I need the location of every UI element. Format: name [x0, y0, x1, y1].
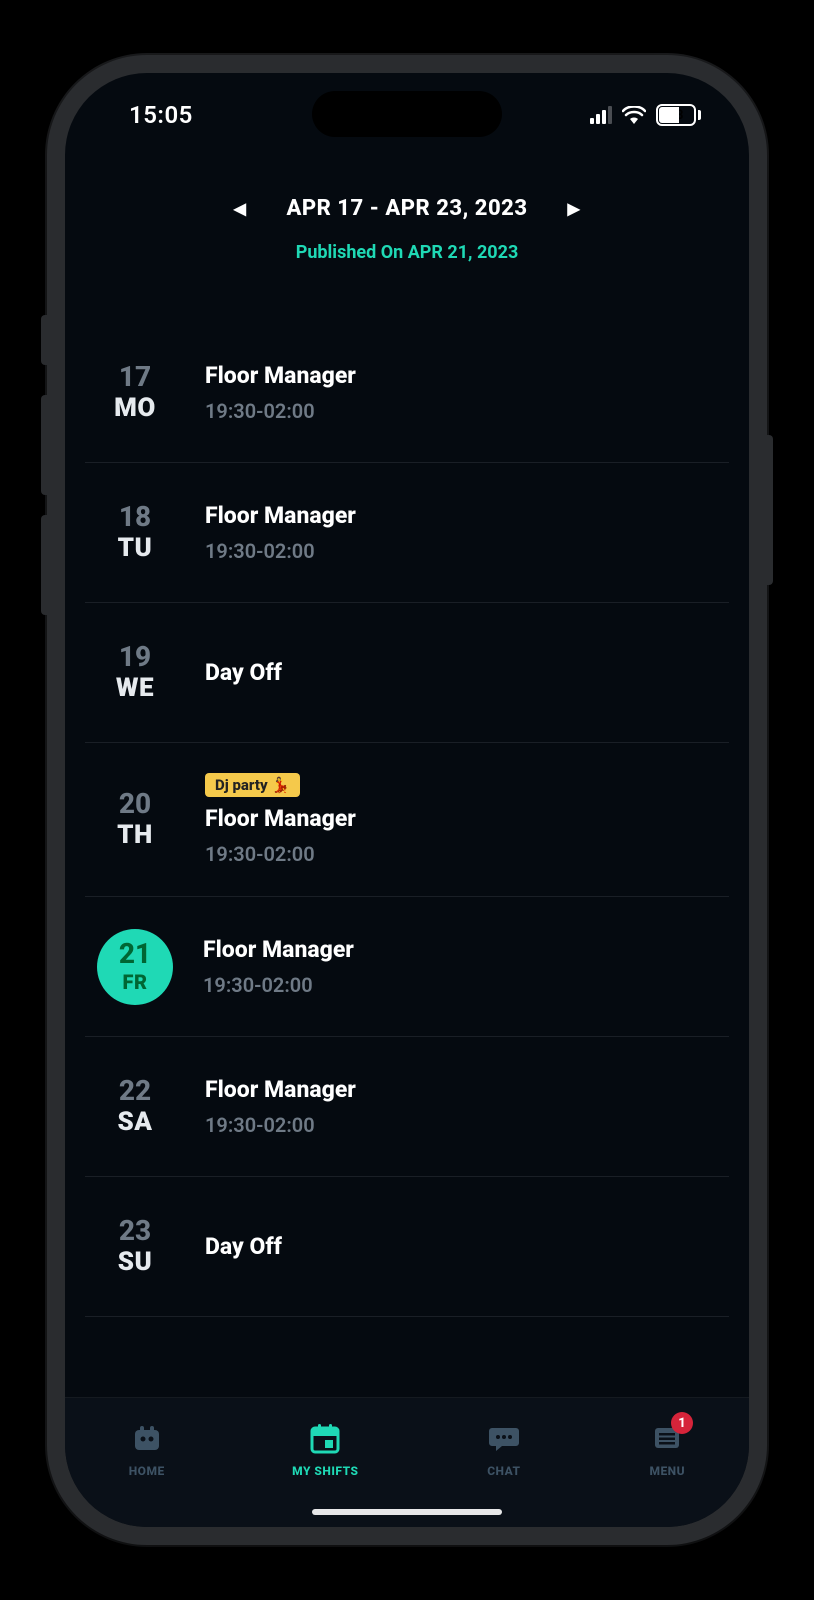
- day-abbr: TU: [95, 533, 175, 563]
- shift-title: Floor Manager: [205, 362, 719, 389]
- day-number: 17: [95, 362, 175, 393]
- shift-row[interactable]: 22SA Floor Manager 19:30-02:00: [85, 1037, 729, 1177]
- day-column: 23SU: [95, 1216, 175, 1277]
- shift-info: Day Off: [205, 1233, 719, 1260]
- shift-time: 19:30-02:00: [205, 539, 719, 563]
- day-abbr: MO: [95, 393, 175, 423]
- day-abbr: SA: [95, 1107, 175, 1137]
- next-week-button[interactable]: ▶: [558, 193, 591, 224]
- shift-row[interactable]: 18TU Floor Manager 19:30-02:00: [85, 463, 729, 603]
- day-number: 18: [95, 502, 175, 533]
- shift-title: Floor Manager: [205, 1076, 719, 1103]
- shift-title: Floor Manager: [205, 502, 719, 529]
- day-column: 17MO: [95, 362, 175, 423]
- tab-my-shifts[interactable]: MY SHIFTS: [292, 1420, 358, 1478]
- battery-level: 58: [658, 106, 694, 124]
- day-column: 20TH: [95, 789, 175, 850]
- status-icons: 58: [590, 104, 701, 126]
- shift-info: Floor Manager 19:30-02:00: [205, 1076, 719, 1137]
- phone-frame: 15:05 58: [47, 55, 767, 1545]
- day-column: 19WE: [95, 642, 175, 703]
- shift-badge: Dj party 💃: [205, 773, 300, 797]
- notch: [312, 91, 502, 137]
- day-abbr: WE: [95, 673, 175, 703]
- published-label: Published On APR 21, 2023: [85, 242, 729, 263]
- home-icon: [129, 1420, 165, 1456]
- tab-label: CHAT: [487, 1464, 520, 1478]
- cellular-icon: [590, 106, 612, 124]
- shift-title: Day Off: [205, 659, 719, 686]
- shift-info: Floor Manager 19:30-02:00: [205, 502, 719, 563]
- home-indicator[interactable]: [312, 1509, 502, 1515]
- shift-list[interactable]: 17MO Floor Manager 19:30-02:00 18TU Floor Ma…: [65, 273, 749, 1397]
- status-time: 15:05: [129, 101, 193, 129]
- wifi-icon: [622, 106, 646, 124]
- date-range: APR 17 - APR 23, 2023: [286, 196, 527, 221]
- shift-time: 19:30-02:00: [205, 1113, 719, 1137]
- my-shifts-icon: [307, 1420, 343, 1456]
- day-column: 21FR: [97, 929, 173, 1005]
- phone-side-button: [41, 395, 47, 495]
- shift-row[interactable]: 21FR Floor Manager 19:30-02:00: [85, 897, 729, 1037]
- chat-icon: [486, 1420, 522, 1456]
- day-abbr: FR: [123, 970, 148, 994]
- tab-home[interactable]: HOME: [129, 1420, 165, 1478]
- shift-title: Day Off: [205, 1233, 719, 1260]
- shift-time: 19:30-02:00: [203, 973, 719, 997]
- day-number: 22: [95, 1076, 175, 1107]
- day-number: 20: [95, 789, 175, 820]
- shift-title: Floor Manager: [203, 936, 719, 963]
- shift-row[interactable]: 20TH Dj party 💃 Floor Manager 19:30-02:00: [85, 743, 729, 897]
- shift-row[interactable]: 23SU Day Off: [85, 1177, 729, 1317]
- shift-info: Floor Manager 19:30-02:00: [203, 936, 719, 997]
- phone-side-button: [41, 515, 47, 615]
- tab-label: HOME: [129, 1464, 165, 1478]
- tab-bar: HOMEMY SHIFTSCHATMENU1: [65, 1397, 749, 1527]
- shift-row[interactable]: 17MO Floor Manager 19:30-02:00: [85, 323, 729, 463]
- screen: 15:05 58: [65, 73, 749, 1527]
- day-number: 19: [95, 642, 175, 673]
- day-abbr: TH: [95, 820, 175, 850]
- week-header: ◀ APR 17 - APR 23, 2023 ▶ Published On A…: [65, 157, 749, 273]
- tab-badge: 1: [671, 1412, 693, 1434]
- phone-side-button: [41, 315, 47, 365]
- day-column: 22SA: [95, 1076, 175, 1137]
- tab-label: MENU: [649, 1464, 685, 1478]
- shift-title: Floor Manager: [205, 805, 719, 832]
- phone-side-button: [767, 435, 773, 585]
- shift-info: Dj party 💃 Floor Manager 19:30-02:00: [205, 773, 719, 866]
- day-abbr: SU: [95, 1247, 175, 1277]
- prev-week-button[interactable]: ◀: [224, 193, 257, 224]
- shift-row[interactable]: 19WE Day Off: [85, 603, 729, 743]
- tab-label: MY SHIFTS: [292, 1464, 358, 1478]
- shift-info: Day Off: [205, 659, 719, 686]
- shift-time: 19:30-02:00: [205, 842, 719, 866]
- tab-menu[interactable]: MENU1: [649, 1420, 685, 1478]
- tab-chat[interactable]: CHAT: [486, 1420, 522, 1478]
- day-column: 18TU: [95, 502, 175, 563]
- day-number: 23: [95, 1216, 175, 1247]
- day-number: 21: [119, 939, 151, 970]
- battery-icon: 58: [656, 104, 701, 126]
- shift-time: 19:30-02:00: [205, 399, 719, 423]
- shift-info: Floor Manager 19:30-02:00: [205, 362, 719, 423]
